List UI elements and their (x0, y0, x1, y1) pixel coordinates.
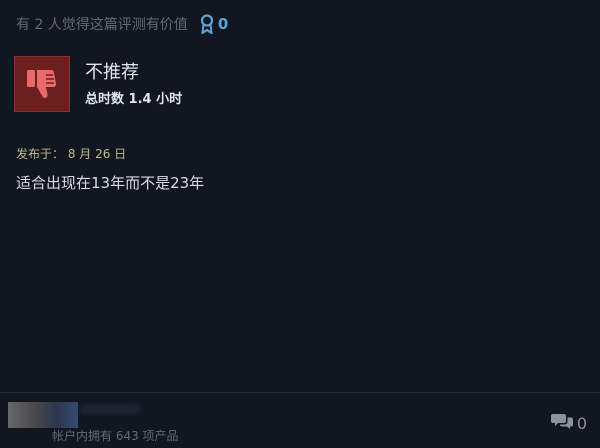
comment-bubbles-icon (550, 412, 573, 434)
comment-count: 0 (576, 413, 587, 433)
review-verdict: 不推荐 总时数 1.4 小时 (14, 56, 182, 112)
author-name[interactable] (80, 404, 140, 414)
award-ribbon-icon[interactable] (200, 14, 214, 34)
products-owned: 帐户内拥有 643 项产品 (52, 429, 179, 443)
verdict-title[interactable]: 不推荐 (85, 62, 182, 84)
helpful-votes-text: 有 2 人觉得这篇评测有价值 (16, 17, 188, 33)
review-text: 适合出现在13年而不是23年 (16, 174, 205, 192)
footer-divider (0, 392, 600, 393)
comments-button[interactable]: 0 (550, 412, 587, 434)
thumbs-down-icon (14, 56, 70, 112)
author-avatar[interactable] (8, 402, 78, 428)
helpful-votes-line: 有 2 人觉得这篇评测有价值 0 (16, 14, 228, 34)
playtime-hours: 总时数 1.4 小时 (85, 92, 183, 107)
posted-date: 发布于： 8 月 26 日 (16, 147, 127, 161)
award-count: 0 (217, 15, 229, 33)
